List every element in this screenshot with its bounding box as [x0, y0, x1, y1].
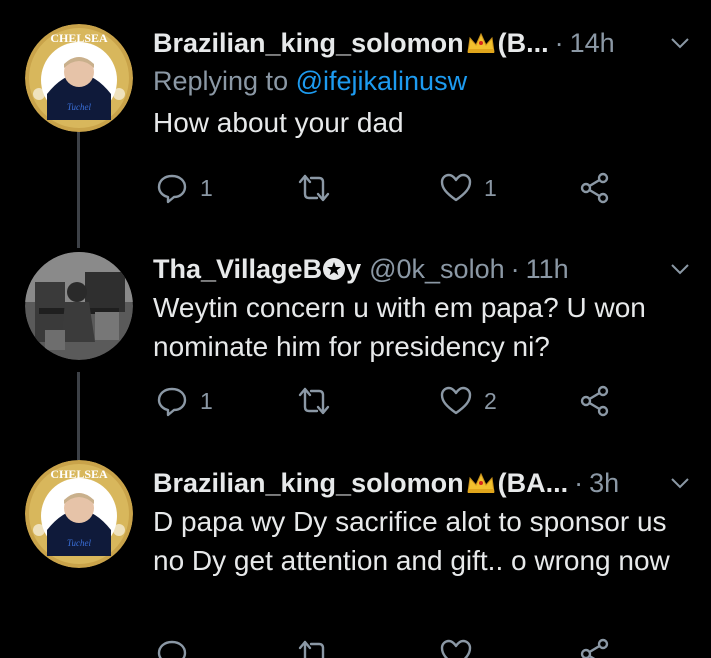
like-button[interactable]: 1	[440, 172, 497, 204]
chevron-down-icon[interactable]	[669, 32, 691, 54]
replying-label: Replying to	[153, 66, 289, 96]
like-button[interactable]	[440, 638, 472, 658]
tweet-header: Brazilian_king_solomon (BA... · 3h	[153, 466, 693, 500]
reply-icon	[157, 174, 187, 204]
tweet[interactable]: CHELSEA Tuchel Brazilian_king_solomon (B…	[0, 0, 711, 240]
retweet-button[interactable]	[298, 172, 330, 204]
crown-emoji-icon	[467, 472, 495, 493]
tweet-text: Weytin concern u with em papa? U won nom…	[153, 292, 646, 362]
timestamp[interactable]: 14h	[570, 28, 615, 59]
user-handle[interactable]: @0k_soloh	[369, 254, 505, 285]
svg-text:CHELSEA: CHELSEA	[50, 31, 108, 45]
reply-button[interactable]: 1	[156, 385, 213, 417]
crown-emoji-icon	[467, 32, 495, 53]
display-name-suffix[interactable]: (BA...	[498, 468, 569, 499]
share-icon	[580, 172, 609, 204]
tweet[interactable]: CHELSEA Tuchel Brazilian_king_solomon (B…	[0, 460, 711, 658]
tweet-text: How about your dad	[153, 107, 404, 138]
reply-count: 1	[200, 174, 213, 201]
chelsea-crest-avatar[interactable]: CHELSEA Tuchel	[25, 24, 133, 132]
avatar-image: CHELSEA Tuchel	[25, 24, 133, 132]
tweet-text: D papa wy Dy sacrifice alot to sponsor u…	[153, 506, 670, 576]
retweet-icon	[298, 640, 325, 658]
like-button[interactable]: 2	[440, 385, 497, 417]
chelsea-crest-avatar[interactable]: CHELSEA Tuchel	[25, 460, 133, 568]
display-name-suffix[interactable]: (B...	[498, 28, 549, 59]
separator-dot: ·	[574, 467, 584, 498]
star-in-circle-icon	[323, 258, 346, 280]
retweet-button[interactable]	[298, 638, 330, 658]
display-name[interactable]: Brazilian_king_solomon	[153, 468, 464, 499]
retweet-button[interactable]	[298, 385, 330, 417]
share-button[interactable]	[579, 638, 611, 658]
avatar-image: CHELSEA Tuchel	[25, 460, 133, 568]
retweet-icon	[298, 387, 330, 415]
chevron-down-icon[interactable]	[669, 472, 691, 494]
like-count: 2	[484, 387, 497, 414]
share-icon	[580, 638, 609, 658]
separator-dot: ·	[554, 27, 564, 58]
heart-icon	[440, 639, 472, 658]
reply-count: 1	[200, 387, 213, 414]
svg-text:Tuchel: Tuchel	[67, 538, 91, 548]
share-button[interactable]	[579, 172, 611, 204]
reply-button[interactable]	[156, 638, 188, 658]
chevron-down-icon[interactable]	[669, 258, 691, 280]
svg-text:Tuchel: Tuchel	[67, 102, 91, 112]
tweet[interactable]: Tha_VillageB y @0k_soloh · 11h Weytin co…	[0, 240, 711, 460]
svg-text:CHELSEA: CHELSEA	[50, 467, 108, 481]
share-icon	[580, 385, 609, 417]
reply-icon	[157, 387, 187, 417]
tweet-header: Brazilian_king_solomon (B... · 14h	[153, 26, 693, 60]
tweet-header: Tha_VillageB y @0k_soloh · 11h	[153, 252, 693, 286]
display-name-suffix[interactable]: y	[346, 254, 361, 285]
like-count: 1	[484, 174, 497, 201]
retweet-icon	[298, 174, 330, 202]
mention-link[interactable]: @ifejikalinusw	[296, 66, 467, 96]
reply-icon	[157, 640, 187, 658]
timestamp[interactable]: 11h	[526, 254, 569, 285]
share-button[interactable]	[579, 385, 611, 417]
tweet-thread: CHELSEA Tuchel Brazilian_king_solomon (B…	[0, 0, 711, 658]
display-name[interactable]: Tha_VillageB	[153, 254, 322, 285]
heart-icon	[440, 173, 472, 202]
separator-dot: ·	[510, 253, 520, 284]
display-name[interactable]: Brazilian_king_solomon	[153, 28, 464, 59]
timestamp[interactable]: 3h	[589, 468, 619, 499]
heart-icon	[440, 386, 472, 415]
replying-to: Replying to @ifejikalinusw	[153, 66, 693, 97]
avatar-image	[25, 252, 133, 360]
gym-photo-avatar[interactable]	[25, 252, 133, 360]
reply-button[interactable]: 1	[156, 172, 213, 204]
